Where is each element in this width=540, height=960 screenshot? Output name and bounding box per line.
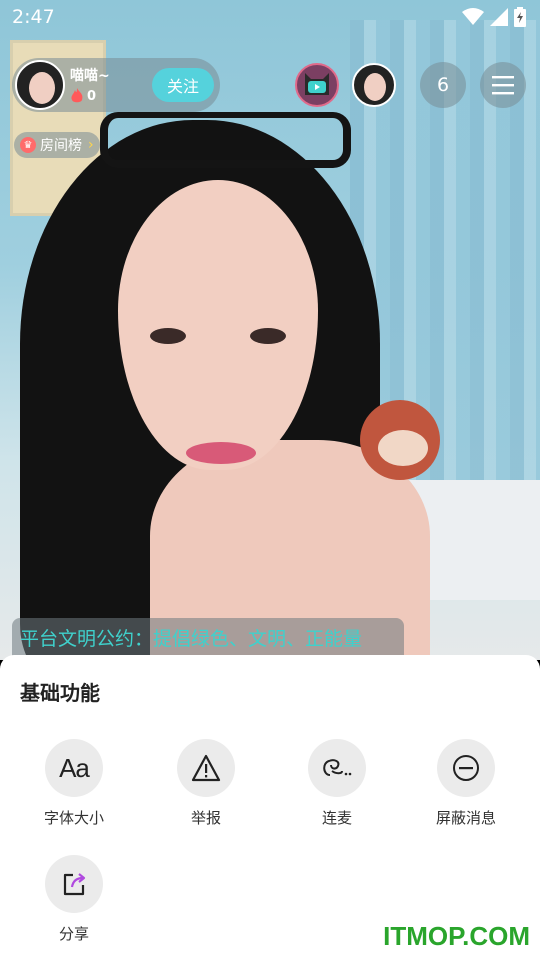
link-mic-icon <box>308 739 366 797</box>
share-button[interactable]: 分享 <box>14 855 134 944</box>
host-name: 喵喵~ <box>70 68 110 84</box>
cat-tv-icon <box>305 73 329 95</box>
status-bar: 2:47 <box>0 0 540 36</box>
font-size-button[interactable]: Aa 字体大小 <box>14 739 134 828</box>
battery-icon <box>514 7 526 27</box>
function-sheet: 基础功能 Aa 字体大小 举报 连麦 屏蔽消息 分享 ITMOP.COM <box>0 655 540 960</box>
plush-toy-face <box>378 430 428 466</box>
host-info-pill[interactable]: 喵喵~ 0 关注 <box>12 58 220 112</box>
report-button[interactable]: 举报 <box>146 739 266 828</box>
share-icon <box>45 855 103 913</box>
menu-button[interactable] <box>480 62 526 108</box>
status-time: 2:47 <box>12 6 55 28</box>
link-mic-label: 连麦 <box>321 809 352 827</box>
report-label: 举报 <box>190 809 221 827</box>
signal-icon <box>490 8 508 26</box>
system-icons <box>462 7 526 27</box>
link-mic-button[interactable]: 连麦 <box>277 739 397 828</box>
sheet-title: 基础功能 <box>20 681 100 705</box>
streamer-lips <box>186 442 256 464</box>
block-messages-button[interactable]: 屏蔽消息 <box>406 739 526 828</box>
block-icon <box>437 739 495 797</box>
room-rank-label: 房间榜 <box>40 138 82 154</box>
streamer-face <box>118 180 318 470</box>
font-size-icon: Aa <box>45 739 103 797</box>
follow-button[interactable]: 关注 <box>152 68 214 102</box>
host-avatar[interactable] <box>15 60 65 110</box>
warning-icon <box>177 739 235 797</box>
trophy-icon: ♛ <box>20 137 36 153</box>
room-rank-button[interactable]: ♛ 房间榜 › <box>14 132 100 158</box>
host-heat: 0 <box>70 88 96 104</box>
viewer-count[interactable]: 6 <box>420 62 466 108</box>
sunglasses <box>100 112 351 168</box>
viewer-avatar-2[interactable] <box>352 63 396 107</box>
streamer-eye-left <box>150 328 186 344</box>
notice-text: 平台文明公约：提倡绿色、文明、正能量 <box>20 628 363 650</box>
block-messages-label: 屏蔽消息 <box>435 809 496 827</box>
streamer-eye-right <box>250 328 286 344</box>
share-label: 分享 <box>58 925 89 943</box>
watermark: ITMOP.COM <box>383 921 530 951</box>
font-size-label: 字体大小 <box>43 809 104 827</box>
chevron-right-icon: › <box>88 137 94 153</box>
wifi-icon <box>462 8 484 25</box>
viewer-avatar-1[interactable] <box>295 63 339 107</box>
flame-icon <box>71 88 83 103</box>
host-heat-value: 0 <box>87 88 97 104</box>
menu-icon <box>492 76 514 95</box>
